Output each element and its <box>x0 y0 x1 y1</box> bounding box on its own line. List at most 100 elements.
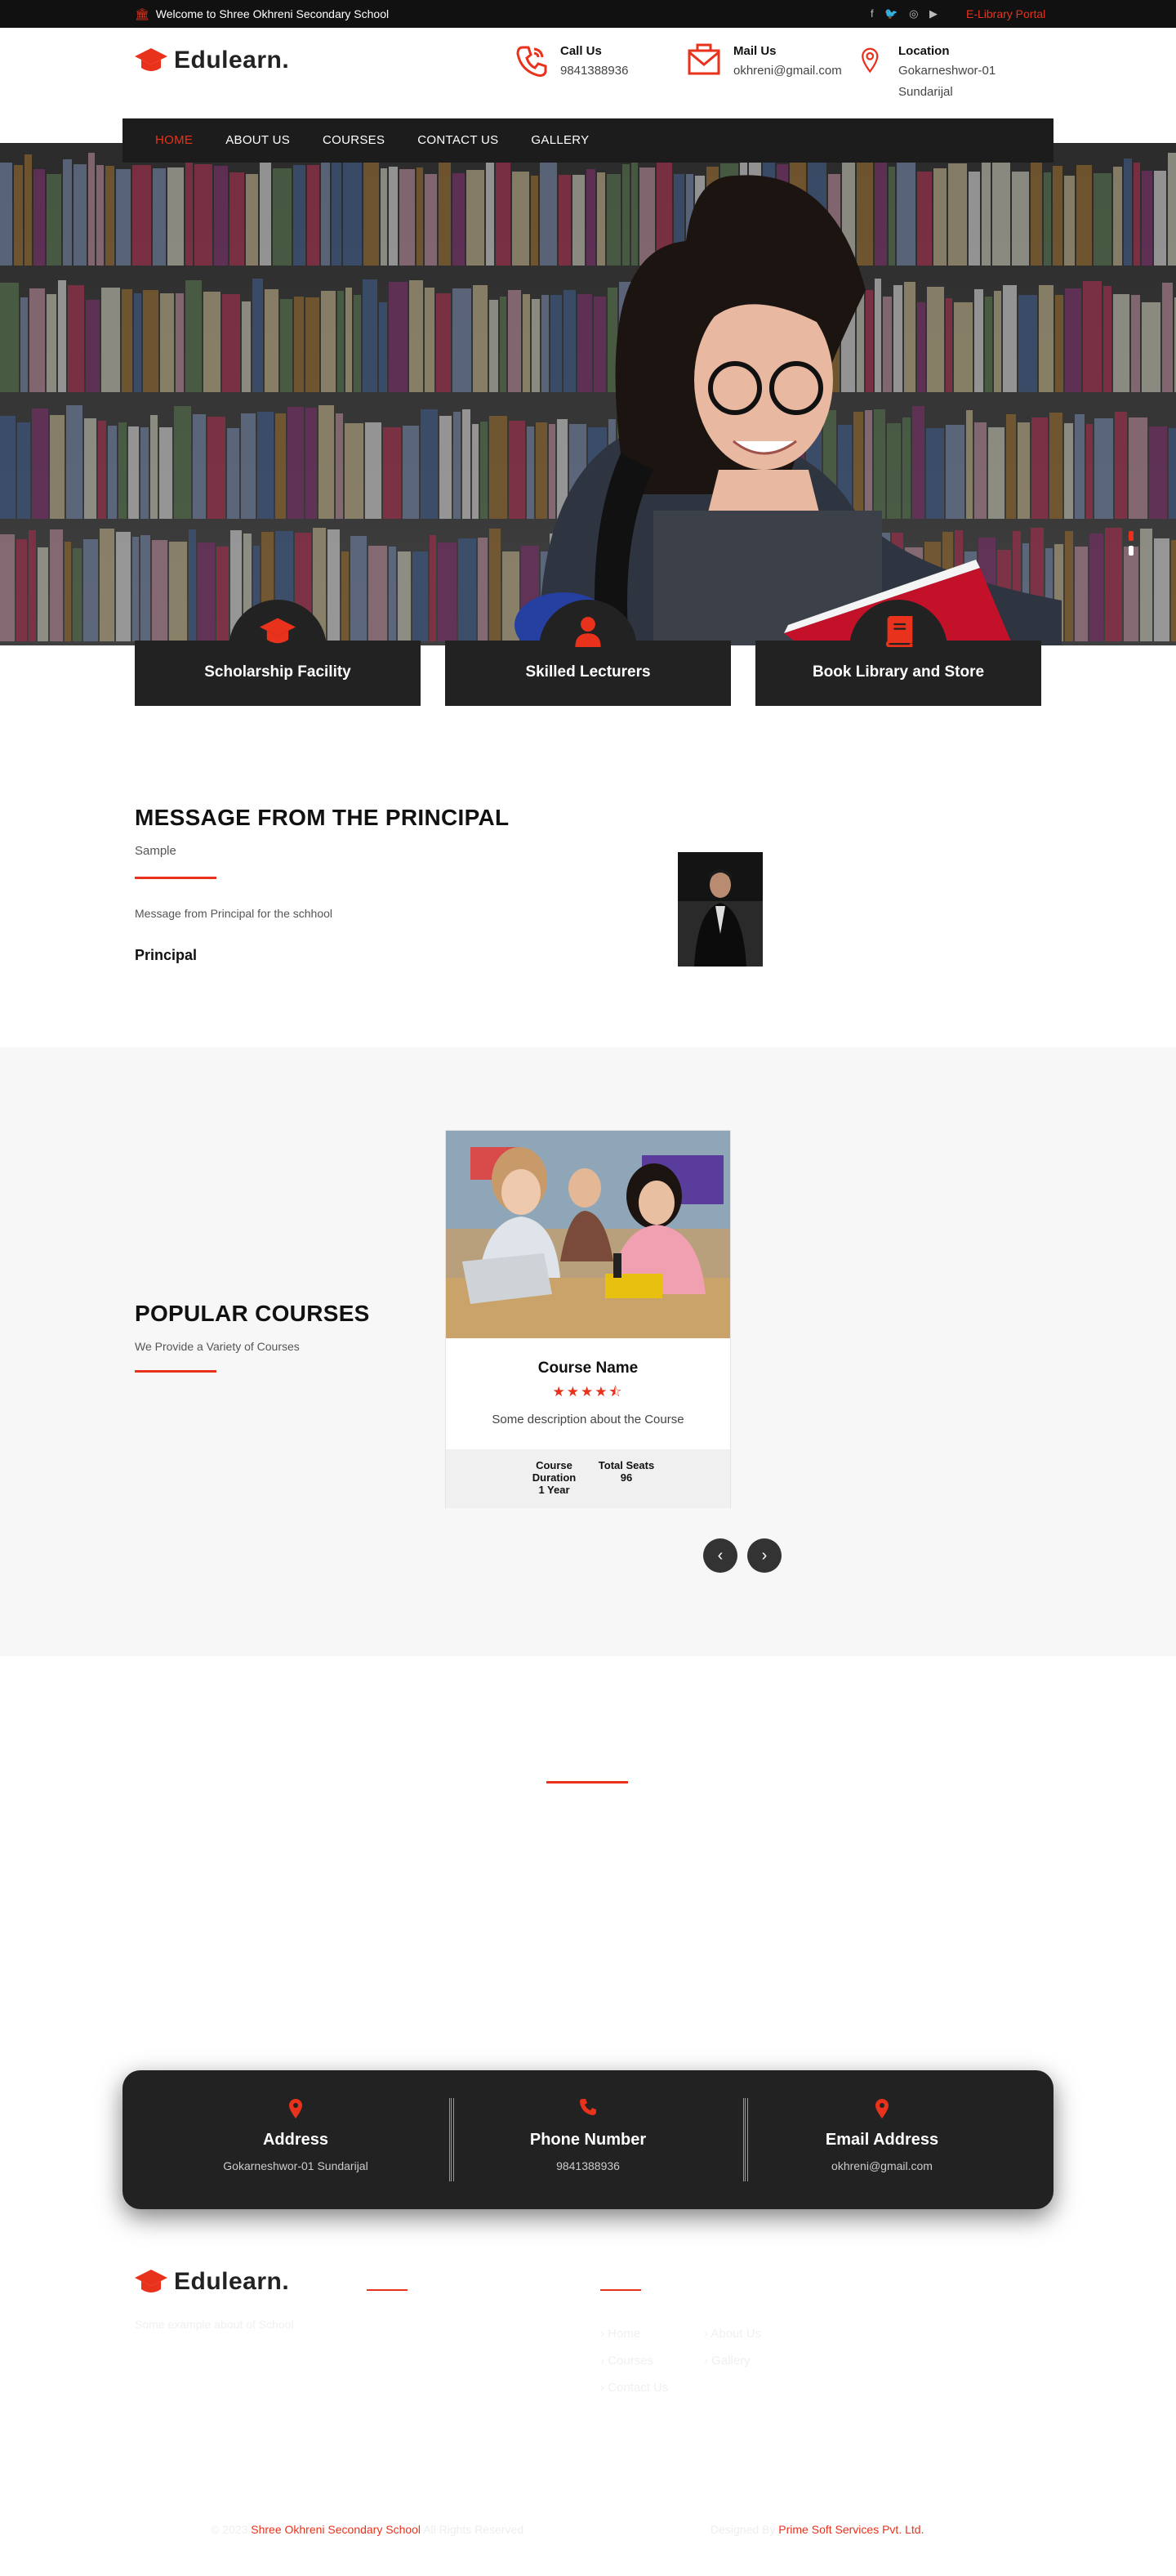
star-rating: ★★★★⯪ <box>552 1384 624 1400</box>
course-duration-value: 1 Year <box>538 1484 570 1496</box>
mail-us-label: Mail Us <box>733 44 777 58</box>
address-value: Gokarneshwor-01 Sundarijal <box>223 2159 368 2172</box>
welcome-message: 🏛 Welcome to Shree Okhreni Secondary Scho… <box>135 0 389 28</box>
principal-photo <box>678 852 763 967</box>
chevron-left-icon: ‹ <box>717 1547 724 1565</box>
social-links: f 🐦 ◎ ▶ <box>871 0 946 28</box>
course-name: Course Name <box>537 1359 639 1377</box>
hero-image <box>0 143 1176 645</box>
nav-about-us[interactable]: ABOUT US <box>225 118 290 163</box>
footer-about-text: Some example about of School <box>135 2318 294 2331</box>
chevron-right-icon: › <box>761 1547 768 1565</box>
email-value: okhreni@gmail.com <box>831 2159 933 2172</box>
slider-dot[interactable] <box>1129 546 1134 556</box>
location-line2: Sundarijal <box>898 85 953 99</box>
envelope-icon <box>688 43 720 75</box>
call-us-label: Call Us <box>560 44 602 58</box>
principal-message: Message from Principal for the schhool <box>135 907 332 920</box>
site-logo[interactable]: Edulearn. <box>135 42 289 78</box>
main-navigation: HOME ABOUT US COURSES CONTACT US GALLERY <box>122 118 1054 163</box>
copyright: © 2023 Shree Okhreni Secondary School Al… <box>211 2523 524 2536</box>
address-label: Address <box>262 2131 329 2149</box>
footer-link-about-us[interactable]: › About Us <box>704 2327 761 2341</box>
slider-dots <box>1129 531 1134 560</box>
hero-slider <box>0 143 1176 645</box>
course-seats: Total Seats 96 <box>595 1459 657 1484</box>
footer-link-gallery[interactable]: › Gallery <box>704 2354 751 2368</box>
feature-lecturers: Skilled Lecturers <box>445 600 731 706</box>
location-pin-icon <box>735 2098 1029 2121</box>
courses-heading: POPULAR COURSES <box>135 1301 370 1326</box>
nav-home[interactable]: HOME <box>155 118 193 163</box>
course-seats-label: Total Seats <box>598 1459 655 1471</box>
course-image <box>446 1131 730 1338</box>
nav-courses[interactable]: COURSES <box>323 118 385 163</box>
carousel-prev-button[interactable]: ‹ <box>703 1538 737 1573</box>
brand-name: Edulearn. <box>174 2268 290 2295</box>
course-duration-label: Course Duration <box>532 1459 577 1484</box>
contact-address: Address Gokarneshwor-01 Sundarijal <box>149 2070 443 2172</box>
course-card[interactable]: Course Name ★★★★⯪ Some description about… <box>445 1130 731 1508</box>
footer-logo[interactable]: Edulearn. <box>135 2264 289 2300</box>
contact-strip: Address Gokarneshwor-01 Sundarijal Phone… <box>122 2070 1054 2209</box>
section-divider <box>367 2289 408 2291</box>
welcome-text: Welcome to Shree Okhreni Secondary Schoo… <box>155 7 390 20</box>
footer-link-courses[interactable]: › Courses <box>600 2354 653 2368</box>
location-pin-icon <box>149 2098 443 2121</box>
twitter-icon[interactable]: 🐦 <box>884 7 898 20</box>
feature-label: Skilled Lecturers <box>525 663 651 681</box>
designer-link[interactable]: Prime Soft Services Pvt. Ltd. <box>778 2523 924 2536</box>
section-divider <box>546 1781 628 1784</box>
principal-heading: MESSAGE FROM THE PRINCIPAL <box>135 805 510 830</box>
call-us-number: 9841388936 <box>560 64 629 78</box>
e-library-portal-link[interactable]: E-Library Portal <box>966 0 1045 28</box>
contact-email: Email Address okhreni@gmail.com <box>735 2070 1029 2172</box>
section-divider <box>600 2289 641 2291</box>
courses-subtitle: We Provide a Variety of Courses <box>135 1340 300 1353</box>
feature-label: Book Library and Store <box>812 663 985 681</box>
phone-icon <box>516 46 547 77</box>
designed-by: Designed By Prime Soft Services Pvt. Ltd… <box>710 2523 924 2536</box>
footer-link-contact-us[interactable]: › Contact Us <box>600 2381 668 2395</box>
top-bar: 🏛 Welcome to Shree Okhreni Secondary Scho… <box>0 0 1176 28</box>
institution-icon: 🏛 <box>135 7 149 20</box>
course-duration: Course Duration 1 Year <box>515 1459 593 1496</box>
contact-phone: Phone Number 9841388936 <box>441 2070 735 2172</box>
email-label: Email Address <box>825 2131 939 2149</box>
location-info: Location Gokarneshwor-01 Sundarijal <box>861 42 996 103</box>
phone-value: 9841388936 <box>556 2159 620 2172</box>
mail-us-info: Mail Us okhreni@gmail.com <box>688 42 842 82</box>
copyright-school-link[interactable]: Shree Okhreni Secondary School <box>251 2523 421 2536</box>
feature-library: Book Library and Store <box>755 600 1041 706</box>
brand-name: Edulearn. <box>174 47 290 74</box>
course-rating-stars: ★★★★⯪ <box>446 1382 730 1405</box>
location-line1: Gokarneshwor-01 <box>898 64 996 78</box>
phone-icon <box>441 2098 735 2121</box>
book-icon <box>755 615 1041 654</box>
feature-scholarship: Scholarship Facility <box>135 600 421 706</box>
course-seats-value: 96 <box>620 1471 633 1484</box>
carousel-next-button[interactable]: › <box>747 1538 782 1573</box>
graduation-cap-icon <box>135 616 421 654</box>
section-divider <box>135 877 216 879</box>
graduation-cap-icon <box>135 2270 167 2293</box>
footer-link-home[interactable]: › Home <box>600 2327 640 2341</box>
principal-subtitle: Sample <box>135 844 176 858</box>
mail-us-address[interactable]: okhreni@gmail.com <box>733 60 842 82</box>
user-icon <box>445 616 731 654</box>
nav-gallery[interactable]: GALLERY <box>531 118 589 163</box>
section-divider <box>135 1370 216 1373</box>
nav-contact-us[interactable]: CONTACT US <box>417 118 498 163</box>
slider-dot-active[interactable] <box>1129 531 1134 541</box>
facebook-icon[interactable]: f <box>871 7 874 20</box>
graduation-cap-icon <box>135 48 167 71</box>
feature-label: Scholarship Facility <box>204 663 351 681</box>
call-us-info: Call Us 9841388936 <box>514 42 628 82</box>
youtube-icon[interactable]: ▶ <box>929 7 938 20</box>
principal-signature: Principal <box>135 947 198 963</box>
phone-label: Phone Number <box>529 2131 647 2149</box>
location-label: Location <box>898 44 950 58</box>
instagram-icon[interactable]: ◎ <box>909 7 918 20</box>
course-description: Some description about the Course <box>492 1413 684 1426</box>
location-pin-icon <box>862 47 879 74</box>
